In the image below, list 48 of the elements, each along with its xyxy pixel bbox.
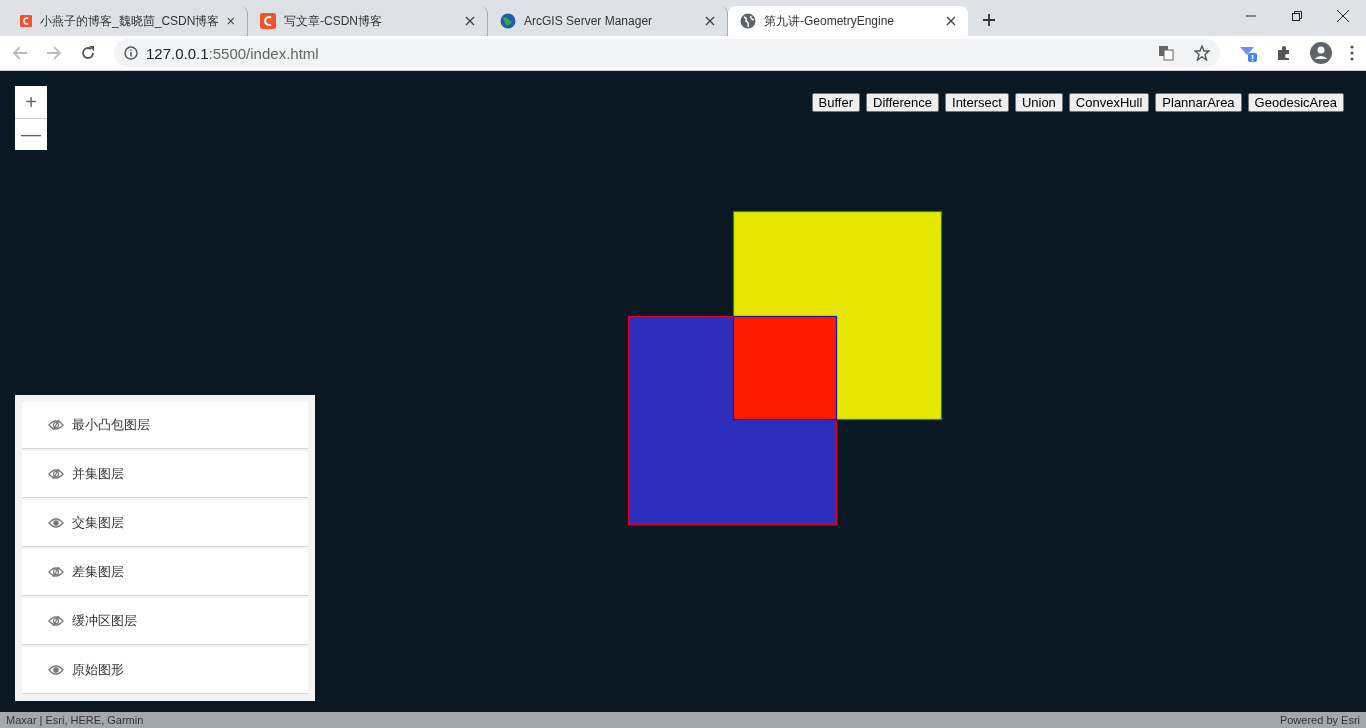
- url-text: 127.0.0.1:5500/index.html: [146, 44, 319, 62]
- c-logo-icon: [260, 13, 276, 29]
- close-icon[interactable]: [946, 16, 956, 26]
- tool-button[interactable]: Difference: [866, 93, 939, 112]
- layer-label: 并集图层: [72, 465, 124, 483]
- layer-item[interactable]: 并集图层: [22, 451, 308, 498]
- layer-label: 差集图层: [72, 563, 124, 581]
- globe-icon: [500, 13, 516, 29]
- tool-button[interactable]: Buffer: [811, 93, 860, 112]
- c-logo-icon: [20, 13, 33, 29]
- eye-off-icon[interactable]: [48, 566, 64, 578]
- reload-icon[interactable]: [80, 45, 96, 61]
- browser-tab[interactable]: 第九讲-GeometryEngine: [728, 6, 968, 36]
- layer-label: 交集图层: [72, 514, 124, 532]
- layer-item[interactable]: 最小凸包图层: [22, 402, 308, 449]
- eye-off-icon[interactable]: [48, 419, 64, 431]
- new-tab-icon[interactable]: [982, 13, 996, 27]
- layer-label: 原始图形: [72, 661, 124, 679]
- close-icon[interactable]: [227, 16, 235, 26]
- layer-item[interactable]: 缓冲区图层: [22, 598, 308, 645]
- layer-label: 最小凸包图层: [72, 416, 150, 434]
- tool-button[interactable]: ConvexHull: [1068, 93, 1150, 112]
- eye-off-icon[interactable]: [48, 615, 64, 627]
- avatar-icon[interactable]: [1310, 42, 1332, 64]
- close-icon[interactable]: [465, 16, 475, 26]
- tool-button[interactable]: PlannarArea: [1155, 93, 1242, 112]
- layer-item[interactable]: 原始图形: [22, 647, 308, 694]
- star-icon[interactable]: [1194, 45, 1210, 61]
- tool-button[interactable]: Union: [1014, 93, 1063, 112]
- tool-button[interactable]: Intersect: [945, 93, 1009, 112]
- eye-icon[interactable]: [48, 664, 64, 676]
- layer-item[interactable]: 交集图层: [22, 500, 308, 547]
- close-icon[interactable]: [705, 16, 715, 26]
- address-bar[interactable]: 127.0.0.1:5500/index.html: [114, 39, 1220, 67]
- globe-icon: [740, 13, 756, 29]
- puzzle-icon[interactable]: [1276, 45, 1292, 61]
- layer-label: 缓冲区图层: [72, 612, 137, 630]
- attribution-text: Maxar | Esri, HERE, Garmin: [6, 714, 144, 726]
- eye-off-icon[interactable]: [48, 468, 64, 480]
- close-icon[interactable]: [1337, 10, 1349, 22]
- layer-item[interactable]: 差集图层: [22, 549, 308, 596]
- translate-icon[interactable]: [1158, 45, 1174, 61]
- powered-by-text[interactable]: Powered by Esri: [1279, 714, 1360, 726]
- info-icon[interactable]: [124, 46, 138, 60]
- menu-icon[interactable]: [1350, 45, 1354, 61]
- eye-icon[interactable]: [48, 517, 64, 529]
- tool-button[interactable]: GeodesicArea: [1247, 93, 1344, 112]
- restore-icon[interactable]: [1292, 11, 1302, 21]
